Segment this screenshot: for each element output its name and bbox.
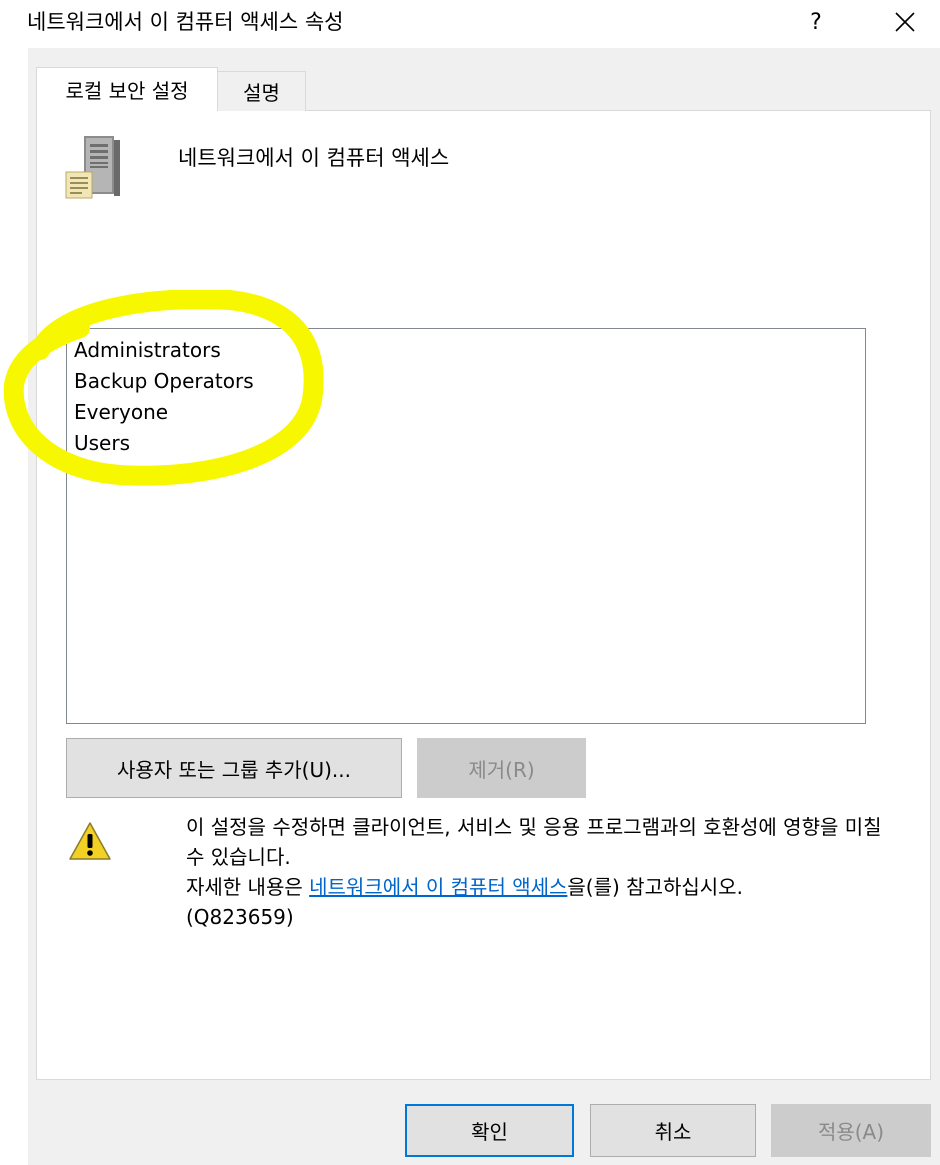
kb-reference: (Q823659): [186, 905, 294, 929]
server-policy-icon: [65, 136, 120, 199]
close-button[interactable]: [880, 0, 930, 44]
ok-button[interactable]: 확인: [405, 1104, 574, 1157]
tab-explain[interactable]: 설명: [218, 71, 306, 111]
close-icon: [895, 12, 915, 32]
compatibility-warning: 이 설정을 수정하면 클라이언트, 서비스 및 응용 프로그램과의 호환성에 영…: [186, 812, 896, 932]
warning-details: 자세한 내용은 네트워크에서 이 컴퓨터 액세스을(를) 참고하십시오.: [186, 875, 743, 899]
help-button[interactable]: ?: [793, 0, 839, 44]
window-title: 네트워크에서 이 컴퓨터 액세스 속성: [27, 10, 344, 34]
add-user-or-group-button[interactable]: 사용자 또는 그룹 추가(U)...: [66, 738, 402, 798]
warning-message: 이 설정을 수정하면 클라이언트, 서비스 및 응용 프로그램과의 호환성에 영…: [186, 815, 882, 869]
list-item[interactable]: Users: [67, 428, 865, 459]
title-bar: 네트워크에서 이 컴퓨터 액세스 속성 ?: [0, 0, 940, 48]
warning-icon: [69, 822, 111, 860]
apply-button[interactable]: 적용(A): [771, 1104, 931, 1157]
tab-local-security-setting[interactable]: 로컬 보안 설정: [36, 67, 218, 111]
list-item[interactable]: Administrators: [67, 335, 865, 366]
policy-help-link[interactable]: 네트워크에서 이 컴퓨터 액세스: [309, 875, 567, 899]
policy-name: 네트워크에서 이 컴퓨터 액세스: [178, 146, 450, 170]
list-item[interactable]: Everyone: [67, 397, 865, 428]
remove-button[interactable]: 제거(R): [417, 738, 586, 798]
list-item[interactable]: Backup Operators: [67, 366, 865, 397]
cancel-button[interactable]: 취소: [590, 1104, 756, 1157]
members-listbox[interactable]: Administrators Backup Operators Everyone…: [66, 328, 866, 724]
help-icon: ?: [810, 9, 822, 35]
